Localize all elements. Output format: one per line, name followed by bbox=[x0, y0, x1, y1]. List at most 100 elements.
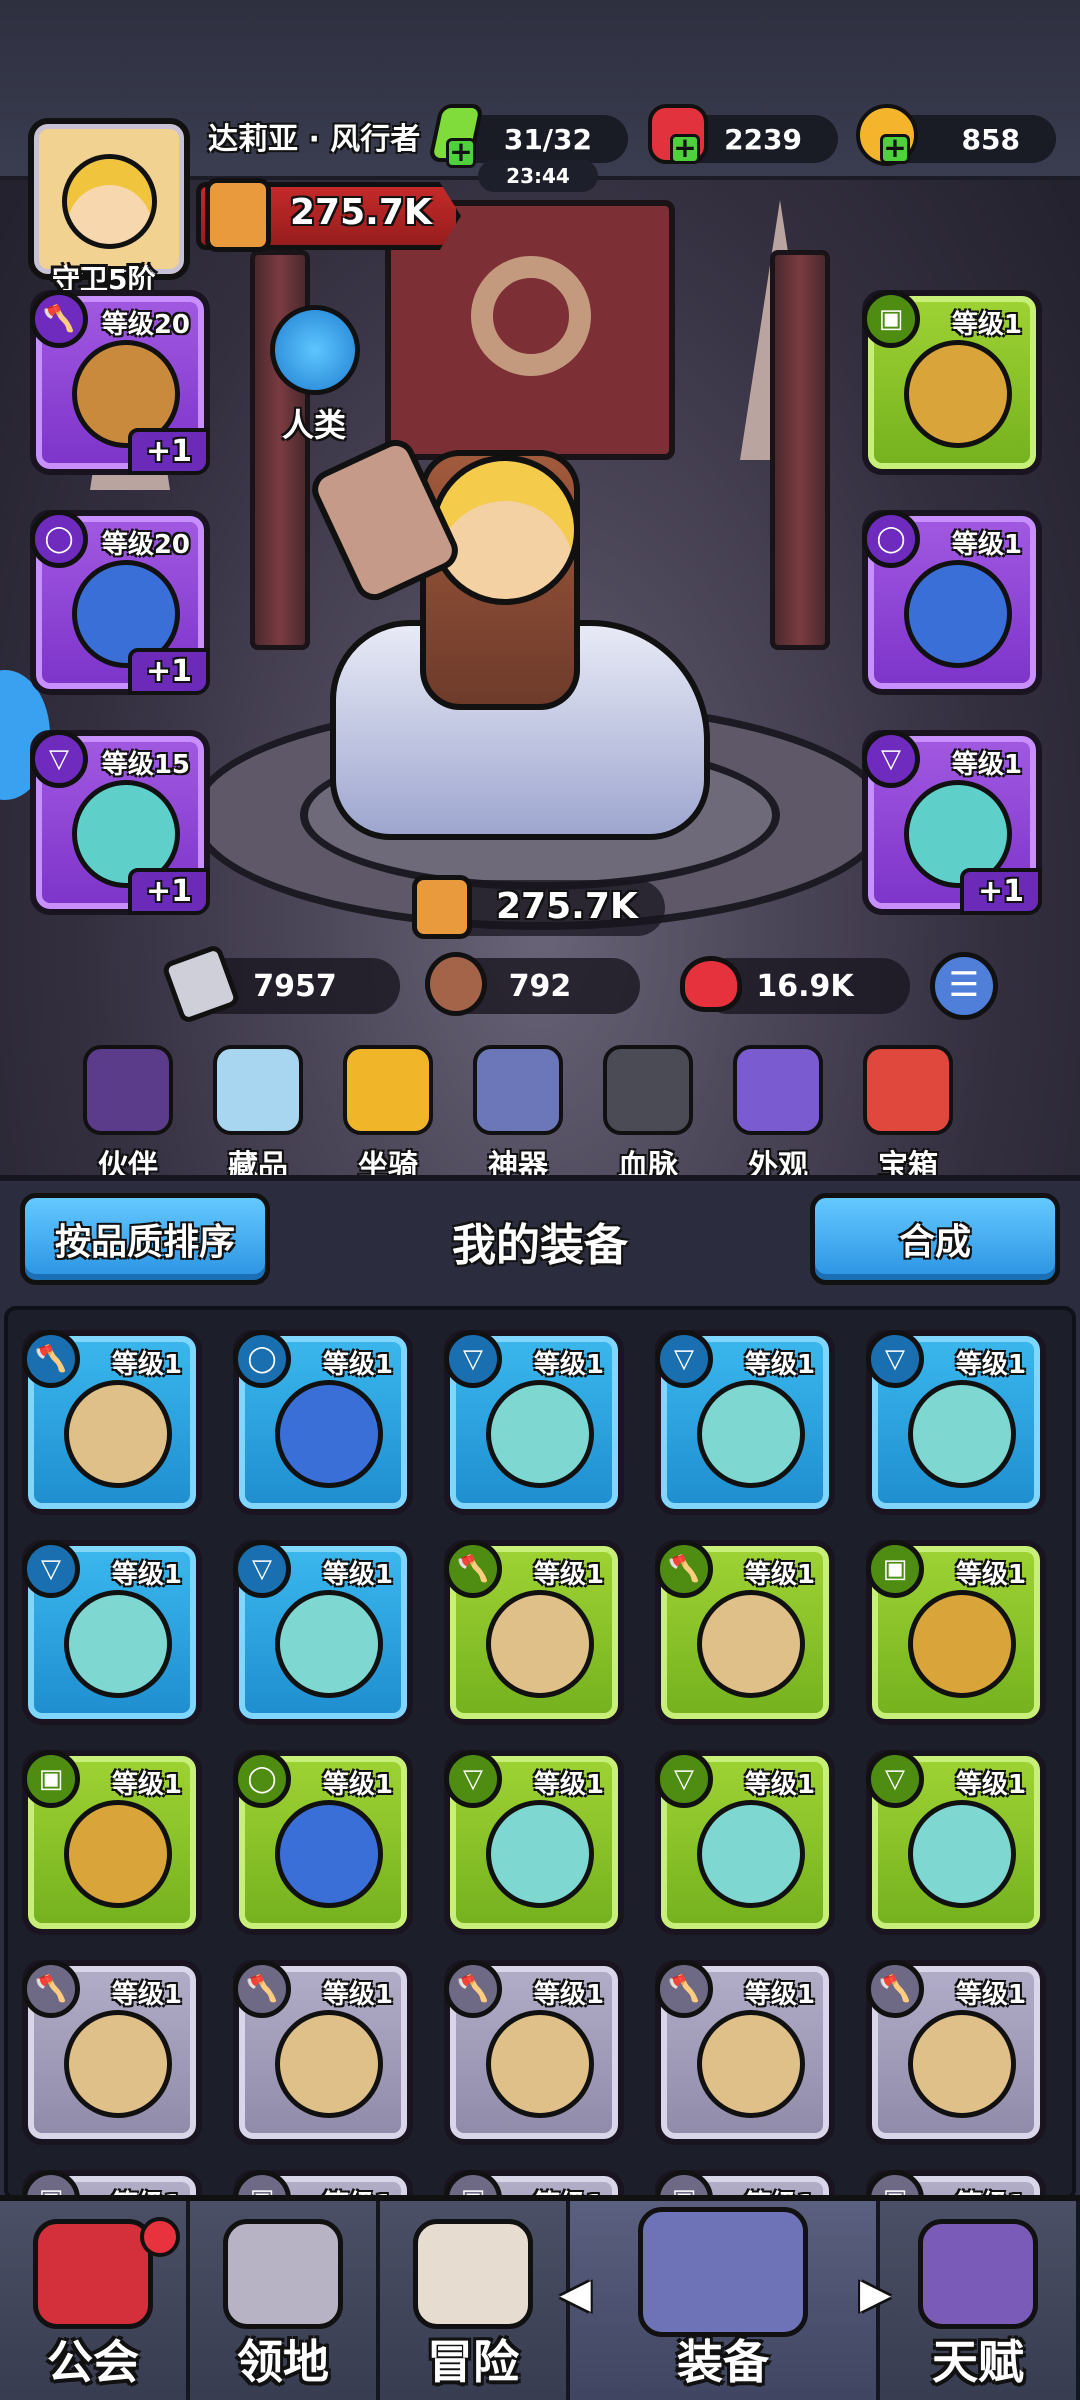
amulet-icon: ▽ bbox=[233, 1540, 291, 1598]
equipment-slot[interactable]: ▽ 等级1 bbox=[22, 1540, 202, 1725]
defense-value: 792 bbox=[508, 968, 572, 1004]
slot-level: 等级1 bbox=[111, 1770, 182, 1800]
slot-level: 等级1 bbox=[955, 1980, 1026, 2010]
shield-icon bbox=[425, 952, 487, 1016]
armor-icon bbox=[64, 1800, 172, 1908]
slot-level: 等级1 bbox=[951, 750, 1022, 780]
category-treasure-chest[interactable]: 宝箱 bbox=[860, 1045, 956, 1185]
heart-icon bbox=[680, 956, 742, 1012]
nav-left-arrow-icon[interactable]: ◀ bbox=[560, 2271, 591, 2317]
nav-label: 公会 bbox=[47, 2335, 139, 2389]
armor-icon: ▣ bbox=[22, 1750, 80, 1808]
equipment-slot[interactable]: ▽ 等级1 bbox=[655, 1330, 835, 1515]
amulet-icon: ▽ bbox=[866, 1330, 924, 1388]
weapon-icon bbox=[908, 2010, 1016, 2118]
equipment-slot[interactable]: 🪓 等级1 bbox=[233, 1960, 413, 2145]
ring-icon bbox=[275, 1800, 383, 1908]
slot-upgrade-badge: +1 bbox=[127, 868, 210, 915]
amulet-icon: ▽ bbox=[655, 1750, 713, 1808]
equipment-slot[interactable]: 🪓 等级1 bbox=[866, 1960, 1046, 2145]
collection-icon bbox=[213, 1045, 303, 1135]
equipment-slot[interactable]: 🪓 等级1 bbox=[444, 1960, 624, 2145]
gold-value: 858 bbox=[961, 122, 1020, 156]
gems-plus-button[interactable]: + bbox=[670, 134, 700, 164]
slot-level: 等级1 bbox=[744, 1560, 815, 1590]
stats-list-icon[interactable]: ☰ bbox=[930, 952, 998, 1020]
player-avatar[interactable] bbox=[28, 118, 190, 280]
nav-spellbook[interactable]: 天赋 bbox=[880, 2201, 1080, 2400]
gold-plus-button[interactable]: + bbox=[880, 134, 910, 164]
companion-icon bbox=[83, 1045, 173, 1135]
amulet-icon: ▽ bbox=[444, 1750, 502, 1808]
equipment-slot[interactable]: ▽ 等级1 bbox=[444, 1330, 624, 1515]
slot-level: 等级1 bbox=[955, 1350, 1026, 1380]
equipment-slot[interactable]: ▣ 等级1 bbox=[862, 290, 1042, 475]
nav-crossed-axes[interactable]: 冒险 bbox=[380, 2201, 570, 2400]
slot-level: 等级20 bbox=[101, 310, 190, 340]
slot-upgrade-badge: +1 bbox=[127, 428, 210, 475]
gems-value: 2239 bbox=[724, 122, 802, 156]
amulet-icon: ▽ bbox=[22, 1540, 80, 1598]
weapon-icon: 🪓 bbox=[30, 290, 88, 348]
nav-right-arrow-icon[interactable]: ▶ bbox=[860, 2271, 891, 2317]
equipment-slot[interactable]: ◯ 等级20 +1 bbox=[30, 510, 210, 695]
equipment-slot[interactable]: 🪓 等级1 bbox=[655, 1540, 835, 1725]
slot-level: 等级1 bbox=[533, 1560, 604, 1590]
equipment-slot[interactable]: 🪓 等级1 bbox=[22, 1330, 202, 1515]
category-collection[interactable]: 藏品 bbox=[210, 1045, 306, 1185]
weapon-icon: 🪓 bbox=[444, 1540, 502, 1598]
amulet-icon: ▽ bbox=[862, 730, 920, 788]
equipment-slot[interactable]: 🪓 等级1 bbox=[444, 1540, 624, 1725]
merge-button[interactable]: 合成 bbox=[810, 1193, 1060, 1285]
equipment-slot[interactable]: ▽ 等级15 +1 bbox=[30, 730, 210, 915]
equipment-slot[interactable]: 🪓 等级1 bbox=[22, 1960, 202, 2145]
equipment-slot[interactable]: ▽ 等级1 bbox=[866, 1750, 1046, 1935]
equipment-slot[interactable]: 🪓 等级20 +1 bbox=[30, 290, 210, 475]
attack-value: 7957 bbox=[253, 968, 337, 1004]
ring-icon: ◯ bbox=[30, 510, 88, 568]
slot-level: 等级1 bbox=[322, 1560, 393, 1590]
weapon-icon bbox=[697, 2010, 805, 2118]
banner-emblem-icon bbox=[471, 256, 591, 376]
health-value: 16.9K bbox=[756, 968, 854, 1004]
bottom-nav: 公会 领地 冒险 装备 天赋 ◀ ▶ bbox=[0, 2195, 1080, 2400]
amulet-icon bbox=[486, 1380, 594, 1488]
equipment-slot[interactable]: ▣ 等级1 bbox=[866, 1540, 1046, 1725]
ring-icon: ◯ bbox=[233, 1750, 291, 1808]
energy-plus-button[interactable]: + bbox=[446, 138, 476, 168]
nav-helmet[interactable]: 装备 bbox=[570, 2201, 880, 2400]
weapon-icon bbox=[486, 1590, 594, 1698]
energy-timer: 23:44 bbox=[478, 160, 598, 192]
weapon-icon bbox=[64, 2010, 172, 2118]
category-artifact[interactable]: 神器 bbox=[470, 1045, 566, 1185]
equipment-slot[interactable]: ▽ 等级1 bbox=[655, 1750, 835, 1935]
equipment-slot[interactable]: ▽ 等级1 +1 bbox=[862, 730, 1042, 915]
equipment-slot[interactable]: ▽ 等级1 bbox=[866, 1330, 1046, 1515]
equipment-slot[interactable]: ▣ 等级1 bbox=[22, 1750, 202, 1935]
equipment-slot[interactable]: ◯ 等级1 bbox=[233, 1750, 413, 1935]
amulet-icon bbox=[697, 1800, 805, 1908]
equipment-slot[interactable]: ◯ 等级1 bbox=[233, 1330, 413, 1515]
equipment-slot[interactable]: ◯ 等级1 bbox=[862, 510, 1042, 695]
right-pillar bbox=[770, 250, 830, 650]
category-mount[interactable]: 坐骑 bbox=[340, 1045, 436, 1185]
weapon-icon: 🪓 bbox=[22, 1330, 80, 1388]
equipment-slot[interactable]: ▽ 等级1 bbox=[444, 1750, 624, 1935]
armor-icon: ▣ bbox=[862, 290, 920, 348]
amulet-icon bbox=[64, 1590, 172, 1698]
slot-level: 等级1 bbox=[744, 1350, 815, 1380]
power-icon bbox=[205, 178, 271, 252]
nav-castle[interactable]: 领地 bbox=[190, 2201, 380, 2400]
equipment-slot[interactable]: ▽ 等级1 bbox=[233, 1540, 413, 1725]
weapon-icon bbox=[64, 1380, 172, 1488]
race-human-icon[interactable] bbox=[270, 305, 360, 395]
category-companion[interactable]: 伙伴 bbox=[80, 1045, 176, 1185]
weapon-icon bbox=[275, 2010, 383, 2118]
ring-icon: ◯ bbox=[862, 510, 920, 568]
equipment-panel: 按品质排序 我的装备 合成 🪓 等级1 ◯ 等级1 ▽ 等级1 ▽ 等级1 ▽ 等级1 ▽ 等级1 ▽ 等… bbox=[0, 1175, 1080, 2201]
category-bloodline[interactable]: 血脉 bbox=[600, 1045, 696, 1185]
equipment-slot[interactable]: 🪓 等级1 bbox=[655, 1960, 835, 2145]
category-appearance[interactable]: 外观 bbox=[730, 1045, 826, 1185]
amulet-icon bbox=[908, 1800, 1016, 1908]
crossed-axes-icon bbox=[413, 2219, 533, 2329]
